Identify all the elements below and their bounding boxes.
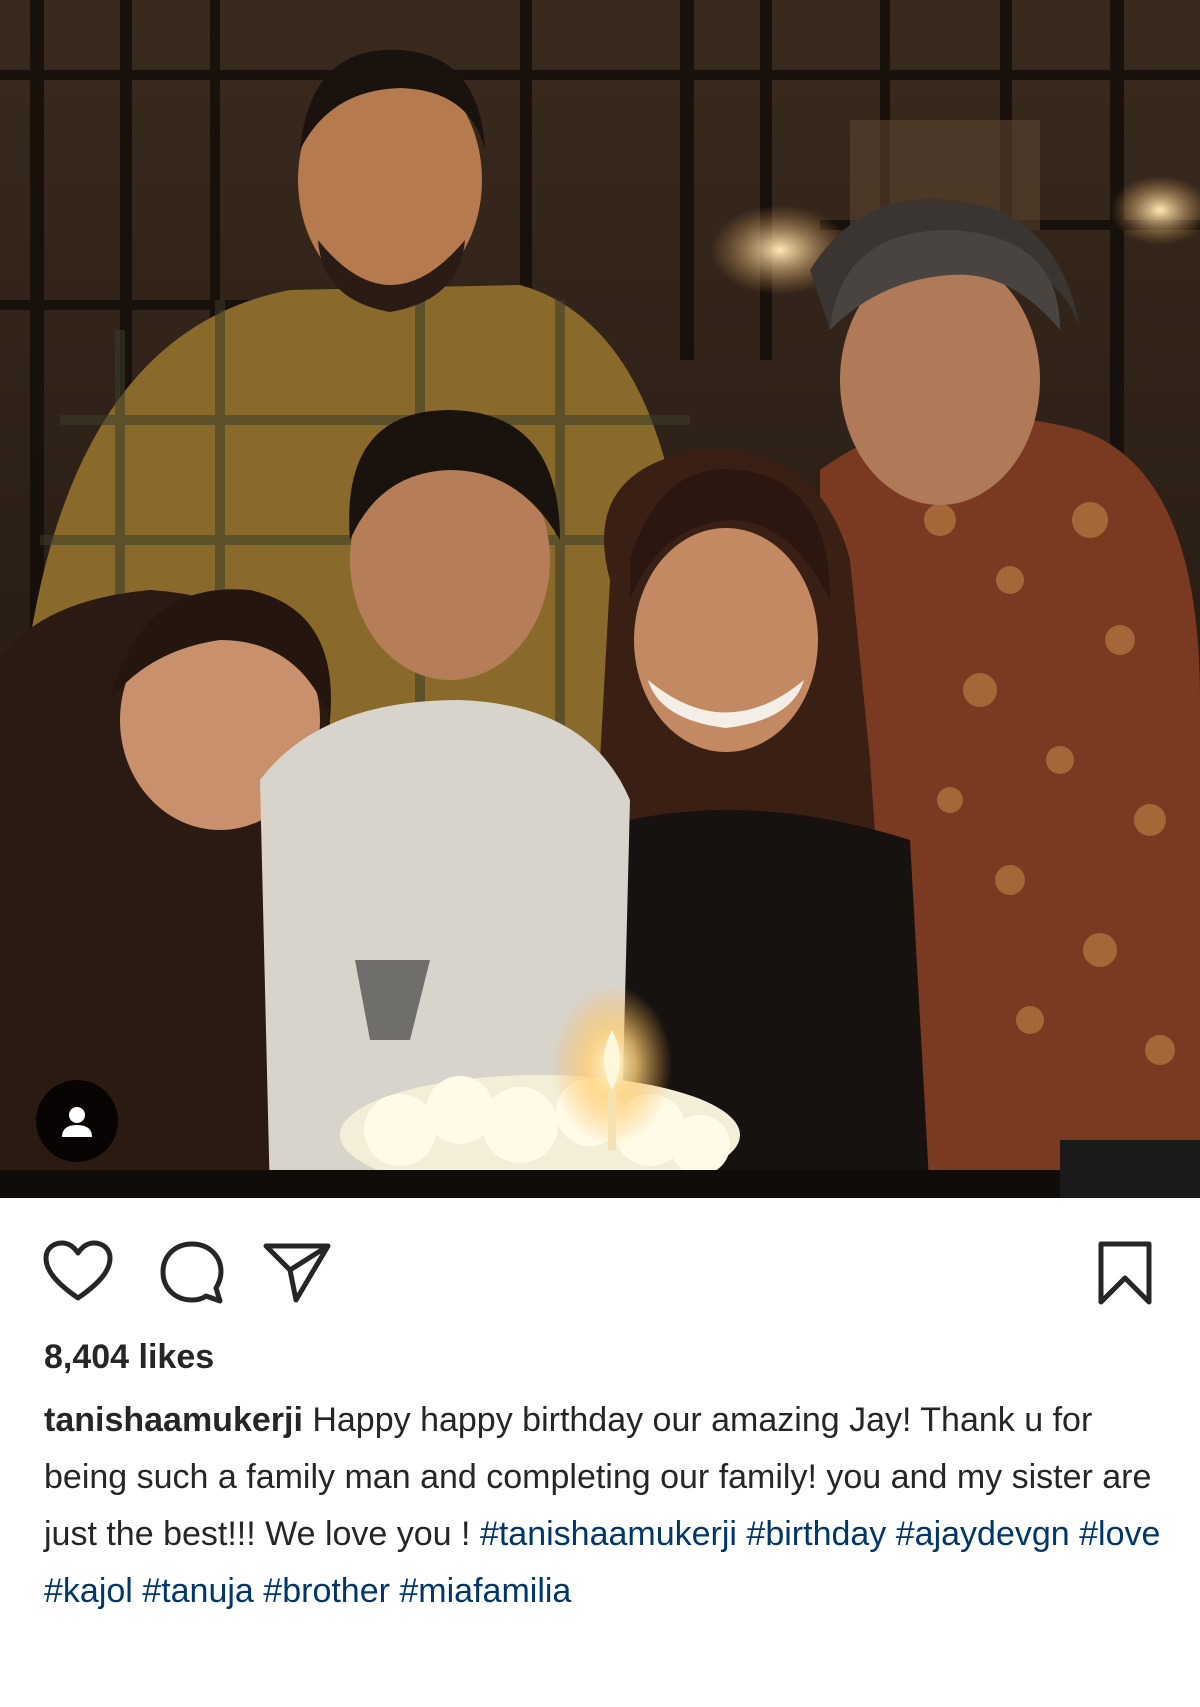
post-photo[interactable] xyxy=(0,0,1200,1198)
hashtag[interactable]: #tanuja xyxy=(142,1572,254,1610)
send-icon[interactable] xyxy=(262,1240,332,1304)
heart-icon[interactable] xyxy=(42,1240,114,1304)
tagged-people-button[interactable] xyxy=(36,1080,118,1162)
hashtag[interactable]: #brother xyxy=(263,1572,390,1610)
hashtag[interactable]: #ajaydevgn xyxy=(896,1515,1070,1553)
hashtag[interactable]: #birthday xyxy=(746,1515,886,1553)
likes-count[interactable]: 8,404 likes xyxy=(44,1338,214,1377)
caption-username[interactable]: tanishaamukerji xyxy=(44,1401,303,1439)
hashtag[interactable]: #tanishaamukerji xyxy=(480,1515,737,1553)
photo-illustration xyxy=(0,0,1200,1198)
hashtag[interactable]: #love xyxy=(1079,1515,1160,1553)
hashtag[interactable]: #miafamilia xyxy=(399,1572,571,1610)
post-caption: tanishaamukerji Happy happy birthday our… xyxy=(44,1392,1164,1620)
bookmark-icon[interactable] xyxy=(1096,1240,1154,1306)
comment-icon[interactable] xyxy=(158,1240,226,1306)
hashtag[interactable]: #kajol xyxy=(44,1572,133,1610)
person-icon xyxy=(62,1107,92,1137)
